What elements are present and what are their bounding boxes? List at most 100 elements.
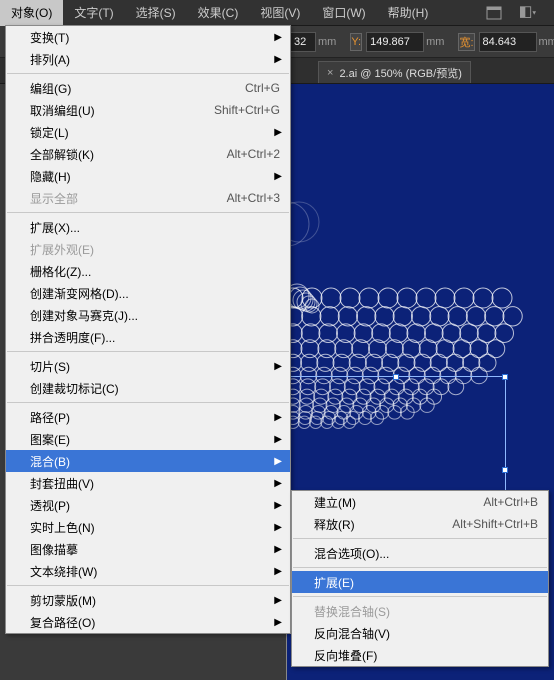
menu-item-label: 栅格化(Z)... — [30, 263, 280, 280]
tab-document[interactable]: × 2.ai @ 150% (RGB/预览) — [318, 61, 471, 83]
object-menu-item[interactable]: 创建裁切标记(C) — [6, 377, 290, 399]
object-menu-item[interactable]: 复合路径(O)▶ — [6, 611, 290, 633]
menu-item-shortcut: Shift+Ctrl+G — [214, 103, 280, 117]
object-menu-item: 扩展外观(E) — [6, 238, 290, 260]
menu-item-label: 剪切蒙版(M) — [30, 592, 280, 609]
menu-separator — [7, 212, 289, 213]
object-menu-item[interactable]: 图案(E)▶ — [6, 428, 290, 450]
w-unit: mm — [539, 36, 554, 48]
menu-item-label: 混合选项(O)... — [314, 545, 538, 562]
menu-item-label: 释放(R) — [314, 516, 452, 533]
menu-item-label: 扩展外观(E) — [30, 241, 280, 258]
object-menu-item[interactable]: 取消编组(U)Shift+Ctrl+G — [6, 99, 290, 121]
y-input[interactable] — [366, 32, 424, 52]
menu-item-shortcut: Alt+Ctrl+B — [483, 495, 538, 509]
menu-separator — [293, 596, 547, 597]
menu-item-label: 全部解锁(K) — [30, 146, 227, 163]
menu-item-label: 混合(B) — [30, 453, 280, 470]
menu-item-label: 路径(P) — [30, 409, 280, 426]
object-menu-item[interactable]: 编组(G)Ctrl+G — [6, 77, 290, 99]
blend-menu-item[interactable]: 建立(M)Alt+Ctrl+B — [292, 491, 548, 513]
menubar-item-effect[interactable]: 效果(C) — [187, 0, 250, 26]
menu-item-label: 实时上色(N) — [30, 519, 280, 536]
menu-item-label: 文本绕排(W) — [30, 563, 280, 580]
object-menu-item[interactable]: 创建渐变网格(D)... — [6, 282, 290, 304]
menubar-item-window[interactable]: 窗口(W) — [311, 0, 376, 26]
menu-bar: 对象(O) 文字(T) 选择(S) 效果(C) 视图(V) 窗口(W) 帮助(H… — [0, 0, 554, 26]
blend-menu-item: 替换混合轴(S) — [292, 600, 548, 622]
object-menu-item[interactable]: 变换(T)▶ — [6, 26, 290, 48]
menubar-icons — [486, 5, 554, 21]
blend-submenu: 建立(M)Alt+Ctrl+B释放(R)Alt+Shift+Ctrl+B混合选项… — [291, 490, 549, 667]
menubar-item-type[interactable]: 文字(T) — [63, 0, 124, 26]
object-menu-item[interactable]: 排列(A)▶ — [6, 48, 290, 70]
blend-menu-item[interactable]: 混合选项(O)... — [292, 542, 548, 564]
object-menu-item[interactable]: 锁定(L)▶ — [6, 121, 290, 143]
menubar-item-object[interactable]: 对象(O) — [0, 0, 63, 26]
menu-item-label: 编组(G) — [30, 80, 245, 97]
w-input[interactable] — [479, 32, 537, 52]
object-menu-item: 显示全部Alt+Ctrl+3 — [6, 187, 290, 209]
object-menu-item[interactable]: 全部解锁(K)Alt+Ctrl+2 — [6, 143, 290, 165]
menubar-item-help[interactable]: 帮助(H) — [377, 0, 440, 26]
object-menu-item[interactable]: 混合(B)▶ — [6, 450, 290, 472]
menu-item-label: 复合路径(O) — [30, 614, 280, 631]
object-menu-item[interactable]: 隐藏(H)▶ — [6, 165, 290, 187]
close-icon[interactable]: × — [327, 67, 333, 79]
menu-item-label: 替换混合轴(S) — [314, 603, 538, 620]
bridge-icon[interactable] — [486, 5, 502, 21]
menu-item-label: 反向堆叠(F) — [314, 647, 538, 664]
submenu-arrow-icon: ▶ — [274, 412, 282, 423]
object-menu-item[interactable]: 路径(P)▶ — [6, 406, 290, 428]
menu-item-label: 创建渐变网格(D)... — [30, 285, 280, 302]
object-menu-item[interactable]: 图像描摹▶ — [6, 538, 290, 560]
submenu-arrow-icon: ▶ — [274, 522, 282, 533]
object-menu-item[interactable]: 拼合透明度(F)... — [6, 326, 290, 348]
object-menu-item[interactable]: 文本绕排(W)▶ — [6, 560, 290, 582]
submenu-arrow-icon: ▶ — [274, 478, 282, 489]
menu-separator — [7, 351, 289, 352]
blend-menu-item[interactable]: 反向混合轴(V) — [292, 622, 548, 644]
submenu-arrow-icon: ▶ — [274, 544, 282, 555]
arrange-icon[interactable] — [520, 5, 536, 21]
menu-separator — [7, 585, 289, 586]
object-menu-item[interactable]: 剪切蒙版(M)▶ — [6, 589, 290, 611]
blend-menu-item[interactable]: 扩展(E) — [292, 571, 548, 593]
submenu-arrow-icon: ▶ — [274, 171, 282, 182]
handle-n[interactable] — [393, 374, 399, 380]
menu-item-label: 封套扭曲(V) — [30, 475, 280, 492]
object-menu-item[interactable]: 实时上色(N)▶ — [6, 516, 290, 538]
submenu-arrow-icon: ▶ — [274, 500, 282, 511]
x-input[interactable] — [290, 32, 316, 52]
blend-menu-item[interactable]: 反向堆叠(F) — [292, 644, 548, 666]
menu-item-label: 扩展(E) — [314, 574, 538, 591]
menu-item-shortcut: Ctrl+G — [245, 81, 280, 95]
menu-item-label: 切片(S) — [30, 358, 280, 375]
submenu-arrow-icon: ▶ — [274, 566, 282, 577]
menu-separator — [293, 538, 547, 539]
handle-e[interactable] — [502, 467, 508, 473]
menubar-item-select[interactable]: 选择(S) — [125, 0, 187, 26]
object-menu-item[interactable]: 创建对象马赛克(J)... — [6, 304, 290, 326]
submenu-arrow-icon: ▶ — [274, 361, 282, 372]
handle-ne[interactable] — [502, 374, 508, 380]
submenu-arrow-icon: ▶ — [274, 434, 282, 445]
object-menu-item[interactable]: 切片(S)▶ — [6, 355, 290, 377]
menu-item-shortcut: Alt+Shift+Ctrl+B — [452, 517, 538, 531]
menubar-item-view[interactable]: 视图(V) — [249, 0, 311, 26]
object-menu-item[interactable]: 封套扭曲(V)▶ — [6, 472, 290, 494]
menu-item-label: 图像描摹 — [30, 541, 280, 558]
tab-label: 2.ai @ 150% (RGB/预览) — [339, 65, 461, 81]
blend-menu-item[interactable]: 释放(R)Alt+Shift+Ctrl+B — [292, 513, 548, 535]
y-unit: mm — [426, 36, 444, 48]
object-menu-item[interactable]: 扩展(X)... — [6, 216, 290, 238]
menu-item-label: 图案(E) — [30, 431, 280, 448]
menu-item-label: 扩展(X)... — [30, 219, 280, 236]
menu-item-label: 显示全部 — [30, 190, 227, 207]
menu-separator — [293, 567, 547, 568]
object-menu-item[interactable]: 透视(P)▶ — [6, 494, 290, 516]
menu-item-label: 透视(P) — [30, 497, 280, 514]
object-menu-item[interactable]: 栅格化(Z)... — [6, 260, 290, 282]
menu-item-label: 建立(M) — [314, 494, 483, 511]
menu-item-label: 反向混合轴(V) — [314, 625, 538, 642]
